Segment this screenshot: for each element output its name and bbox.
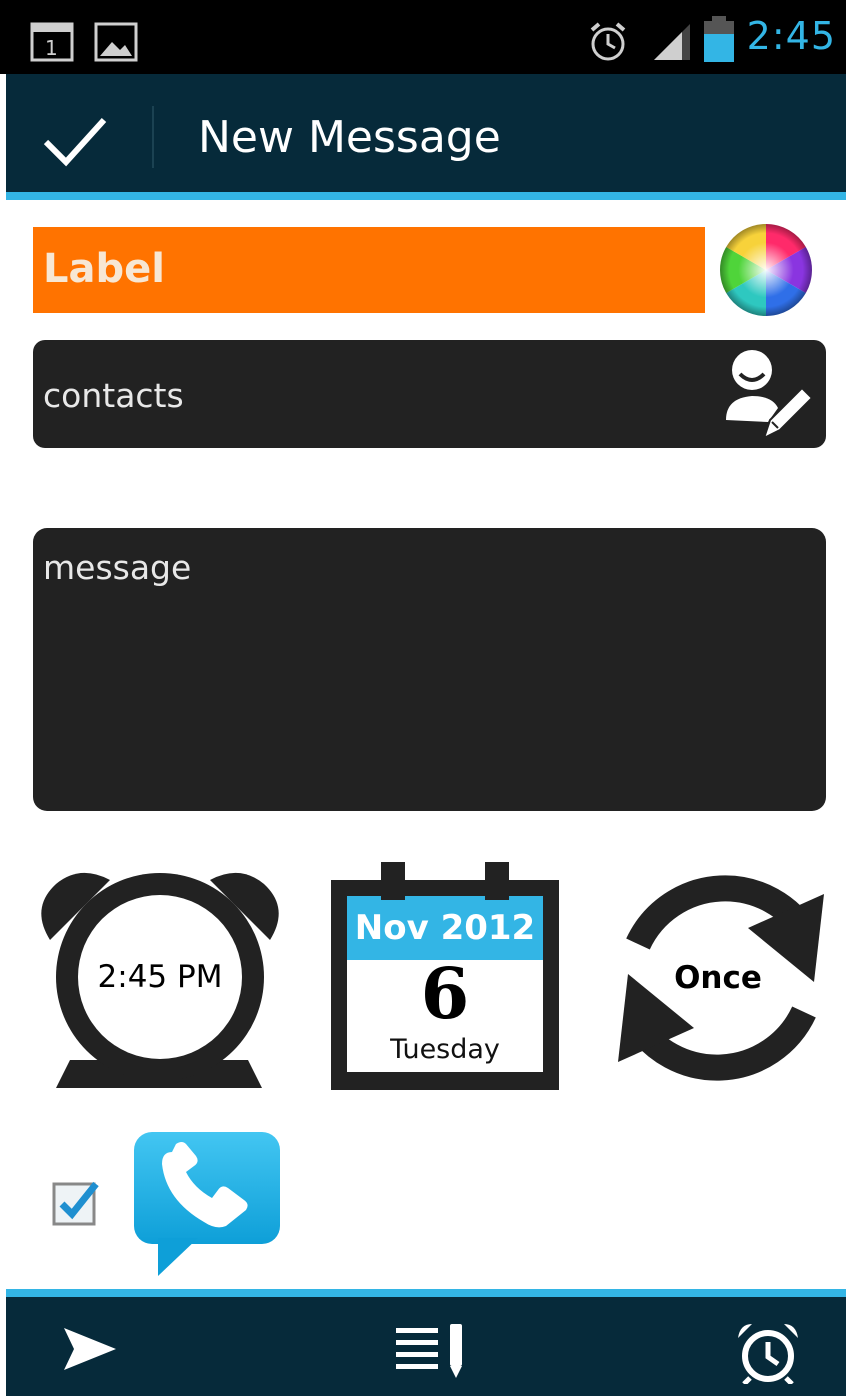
contacts-placeholder: contacts <box>43 376 184 415</box>
send-icon[interactable] <box>60 1324 120 1374</box>
battery-icon <box>704 16 734 62</box>
svg-text:1: 1 <box>45 36 58 60</box>
date-weekday: Tuesday <box>390 1034 500 1065</box>
status-time: 2:45 <box>746 14 836 58</box>
send-via-phone-checkbox[interactable] <box>52 1178 104 1226</box>
alarm-icon <box>590 22 626 61</box>
alarm-icon[interactable] <box>734 1320 802 1384</box>
contact-edit-icon[interactable] <box>720 346 816 442</box>
date-month-year: Nov 2012 <box>354 908 536 948</box>
action-bar-accent <box>6 192 846 200</box>
compose-list-icon[interactable] <box>394 1318 468 1382</box>
label-text: Label <box>43 246 165 292</box>
repeat-value: Once <box>674 960 762 996</box>
checkmark-icon[interactable] <box>40 112 110 168</box>
phone-message-icon[interactable] <box>132 1130 282 1278</box>
message-placeholder: message <box>43 548 192 587</box>
date-day: 6 <box>420 952 470 1035</box>
calendar-notification-icon: 1 <box>30 22 74 62</box>
page-title: New Message <box>198 112 501 163</box>
signal-icon <box>654 24 690 60</box>
bottom-bar-accent <box>6 1289 846 1297</box>
time-value: 2:45 PM <box>97 959 223 995</box>
action-divider <box>152 106 154 168</box>
gallery-notification-icon <box>94 22 138 62</box>
color-wheel-icon[interactable] <box>718 222 814 318</box>
